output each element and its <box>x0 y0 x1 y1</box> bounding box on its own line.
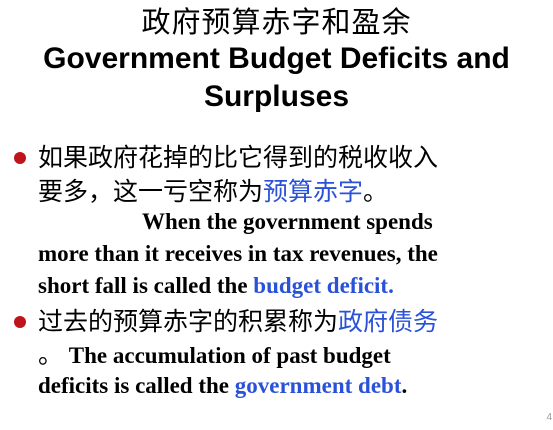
point2-chinese-period: 。 <box>38 340 64 369</box>
point1-english-line3: short fall is called the budget deficit. <box>38 270 394 302</box>
slide-title-chinese: 政府预算赤字和盈余 <box>141 5 412 39</box>
point1-chinese-line1: 如果政府花掉的比它得到的税收收入 <box>38 143 439 172</box>
page-number: 4 <box>546 412 552 423</box>
point2-english-line1: 。 The accumulation of past budget <box>38 339 391 372</box>
slide-title-english: Government Budget Deficits and Surpluses <box>0 40 553 116</box>
point2-chinese-text: 过去的预算赤字的积累称为 <box>38 307 339 336</box>
term-government-debt-en: government debt <box>234 373 402 398</box>
term-budget-deficit-en: budget deficit. <box>253 273 394 298</box>
point1-chinese-line2: 要多，这一亏空称为预算赤字。 <box>38 175 388 209</box>
point1-chinese-period: 。 <box>363 177 389 206</box>
point2-english-line2: deficits is called the government debt. <box>38 370 407 402</box>
point2-english-period: . <box>401 373 408 398</box>
point1-chinese-text: 要多，这一亏空称为 <box>38 177 264 206</box>
point1-english-text: short fall is called the <box>38 273 254 298</box>
title-line-2: Surpluses <box>203 80 350 113</box>
point2-english-text: The accumulation of past budget <box>63 343 391 368</box>
title-line-1: Government Budget Deficits and <box>43 42 510 75</box>
bullet-dot-icon <box>14 316 26 328</box>
point1-english-line2: more than it receives in tax revenues, t… <box>38 241 438 266</box>
point2-english-text-2: deficits is called the <box>38 373 235 398</box>
term-government-debt-cn: 政府债务 <box>338 307 439 336</box>
slide: 政府预算赤字和盈余 Government Budget Deficits and… <box>0 0 553 430</box>
bullet-dot-icon <box>14 152 26 164</box>
point1-english-line1: When the government spends <box>142 209 433 234</box>
point2-chinese-line1: 过去的预算赤字的积累称为政府债务 <box>38 305 438 339</box>
term-budget-deficit-cn: 预算赤字 <box>263 177 364 206</box>
